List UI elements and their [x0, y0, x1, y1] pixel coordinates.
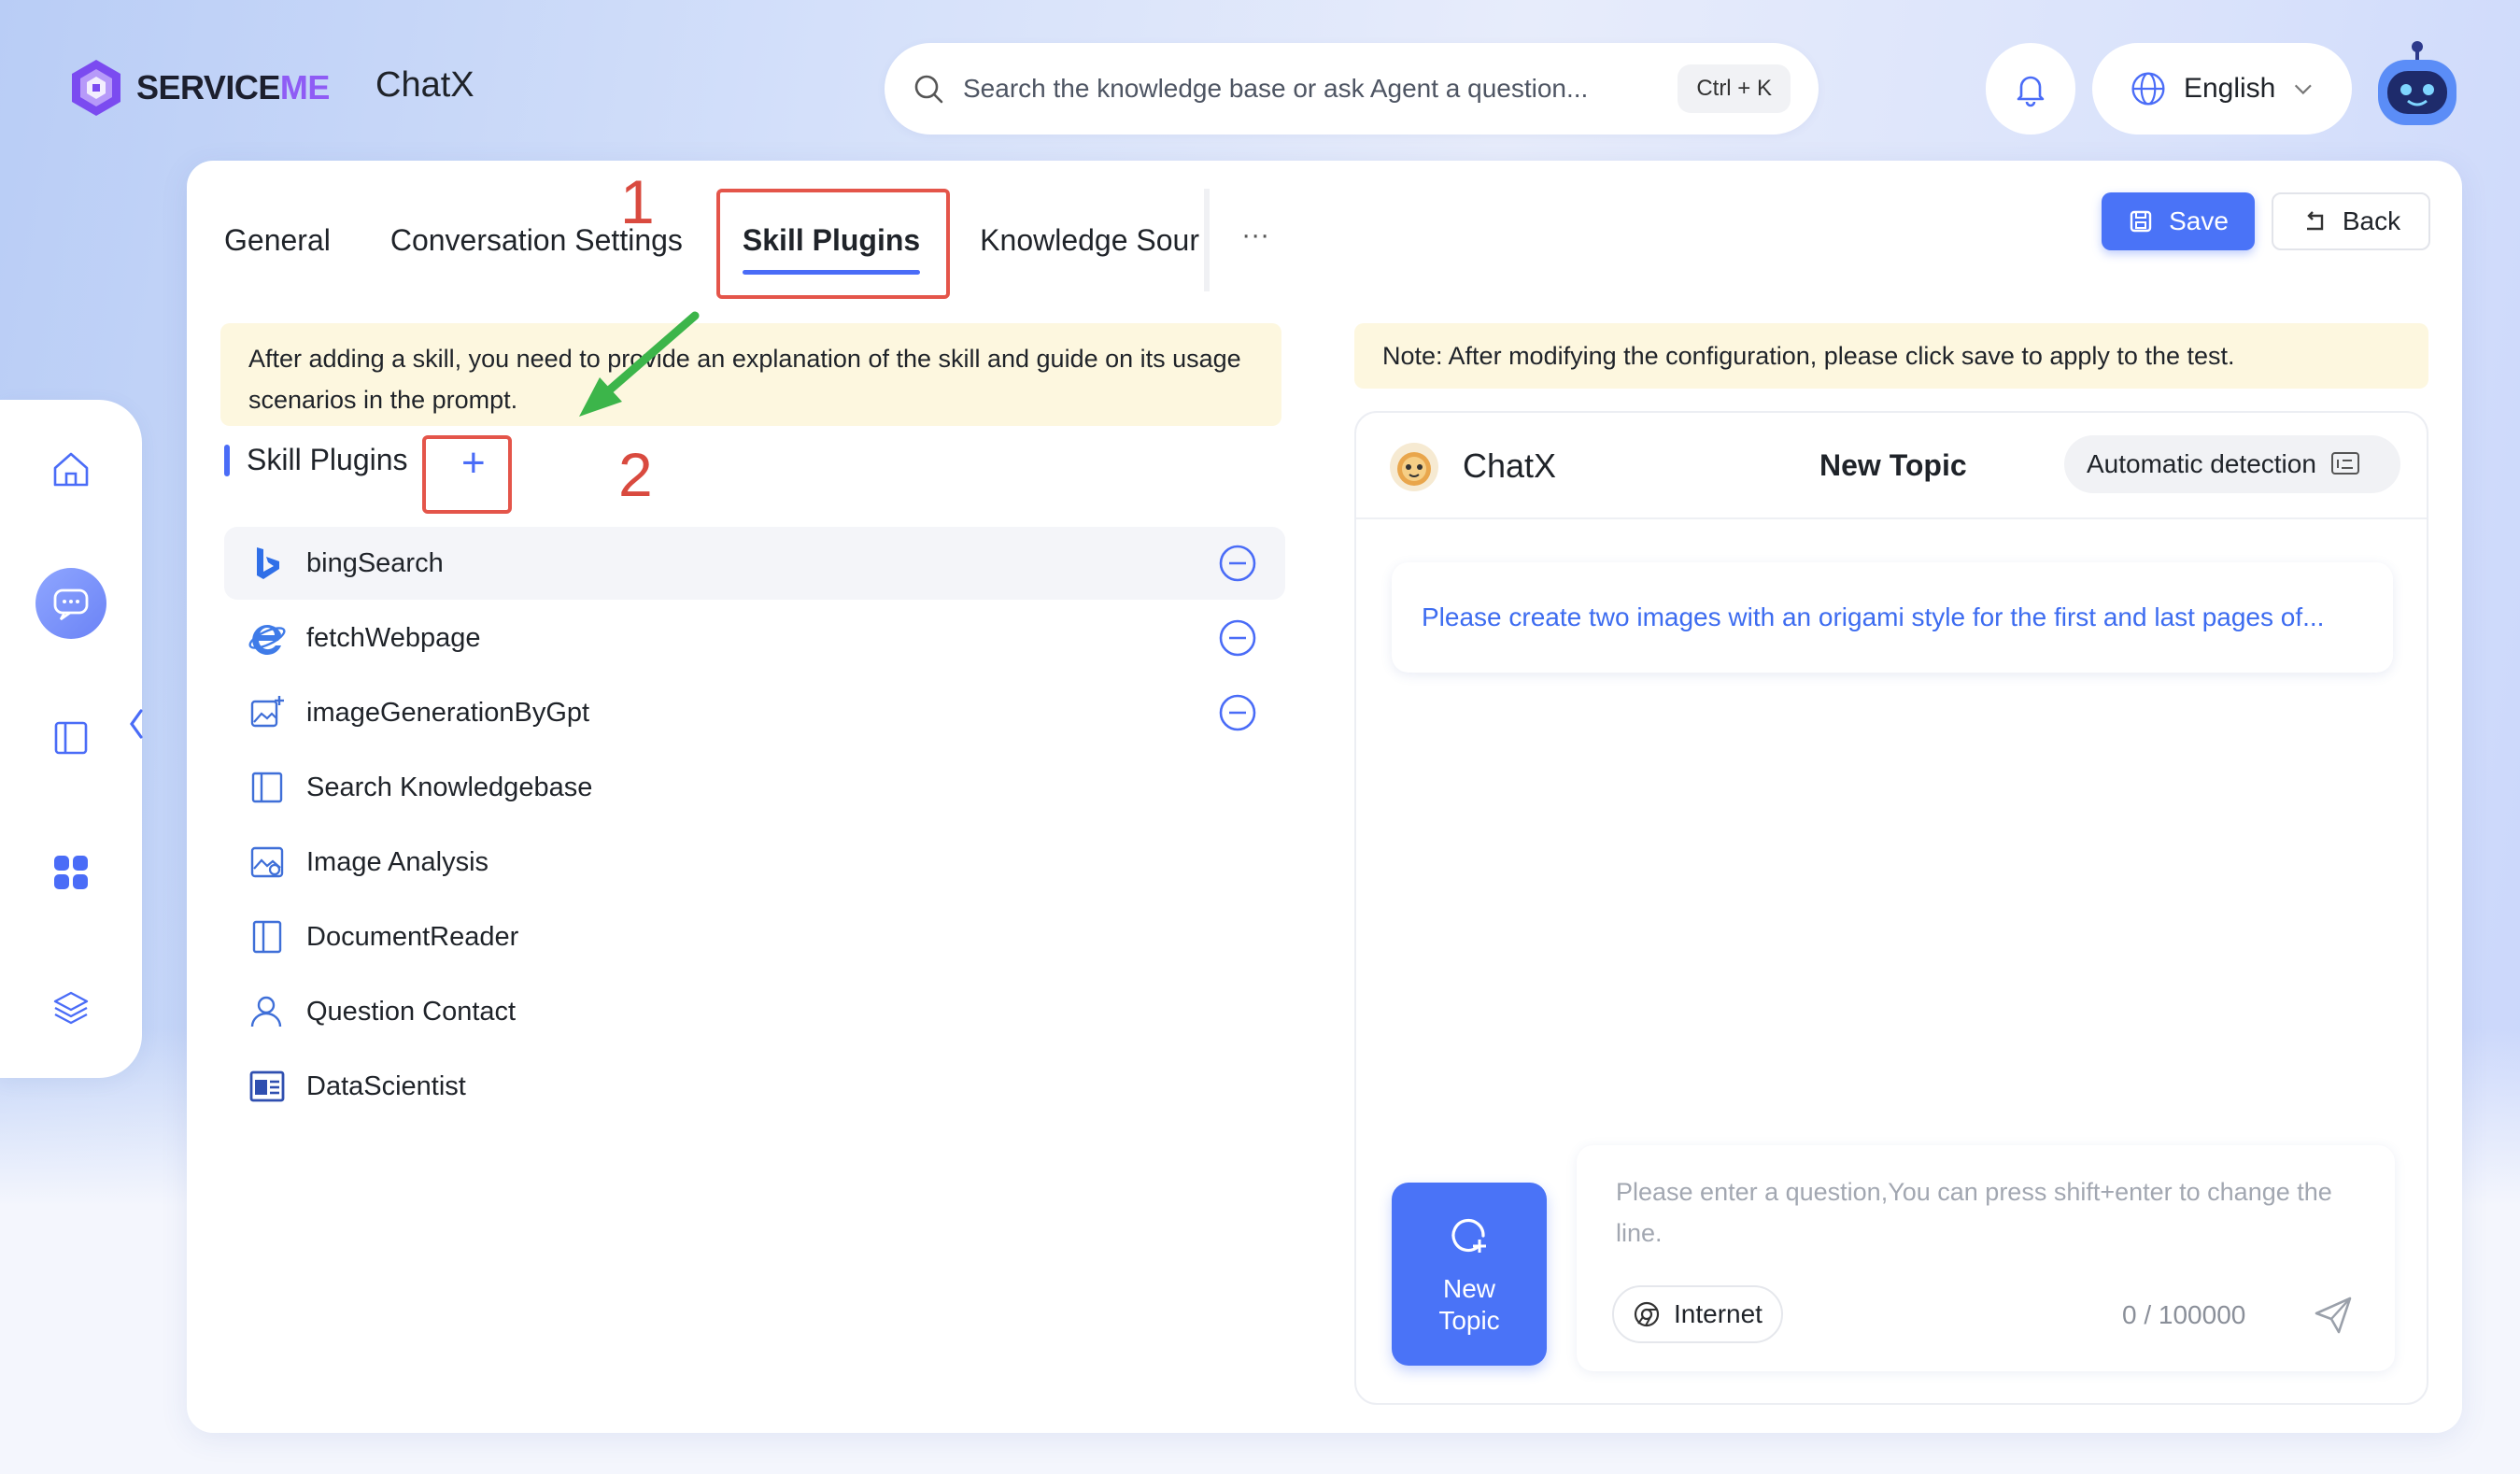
heading-accent-bar: [224, 444, 230, 476]
search-shortcut-badge: Ctrl + K: [1678, 64, 1791, 113]
save-button[interactable]: Save: [2102, 192, 2255, 250]
assistant-robot-avatar[interactable]: [2372, 41, 2462, 135]
skill-name: bingSearch: [306, 547, 444, 578]
back-button[interactable]: Back: [2272, 192, 2430, 250]
ie-icon: [247, 617, 288, 659]
language-detection-toggle[interactable]: Automatic detection: [2064, 435, 2400, 493]
logo-mark-icon: [72, 60, 120, 116]
skill-name: Question Contact: [306, 996, 517, 1027]
remove-circle-icon[interactable]: [1218, 544, 1257, 583]
chevron-left-icon: [130, 709, 143, 739]
skill-plugins-title: Skill Plugins: [247, 443, 408, 476]
language-selector[interactable]: English: [2092, 43, 2352, 135]
book-icon: [54, 721, 88, 755]
new-chat-icon: [1451, 1218, 1486, 1253]
home-icon: [53, 452, 89, 487]
chat-bubble-icon: [53, 588, 89, 621]
bing-icon: [247, 543, 288, 584]
new-topic-button[interactable]: New Topic: [1392, 1183, 1547, 1366]
save-label: Save: [2169, 206, 2229, 235]
save-note-banner: Note: After modifying the configuration,…: [1354, 323, 2428, 389]
skill-hint-banner: After adding a skill, you need to provid…: [220, 323, 1281, 426]
bot-avatar-icon: [1390, 443, 1438, 491]
globe-icon: [2131, 72, 2165, 106]
language-label: English: [2183, 73, 2276, 104]
skill-item-search-knowledgebase[interactable]: Search Knowledgebase: [224, 751, 1285, 824]
skill-item-fetchwebpage[interactable]: fetchWebpage: [224, 602, 1285, 674]
skill-name: Search Knowledgebase: [306, 772, 593, 802]
config-panel: General Conversation Settings Skill Plug…: [187, 161, 2462, 1433]
annotation-step-1: 1: [620, 167, 655, 236]
chrome-icon: [1634, 1301, 1660, 1327]
apps-grid-icon: [54, 856, 88, 889]
data-icon: [247, 1066, 288, 1107]
image-plus-icon: [247, 692, 288, 733]
logo-text: SERVICEME: [136, 68, 330, 106]
notifications-button[interactable]: [1986, 43, 2075, 135]
back-label: Back: [2342, 206, 2401, 235]
suggested-prompt[interactable]: Please create two images with an origami…: [1392, 562, 2393, 673]
skill-item-image-analysis[interactable]: Image Analysis: [224, 826, 1285, 899]
message-input[interactable]: Please enter a question,You can press sh…: [1616, 1171, 2363, 1254]
annotation-box-tab: [716, 189, 950, 299]
annotation-step-2: 2: [618, 440, 653, 509]
tabs-more-button[interactable]: ···: [1241, 220, 1269, 251]
brand-logo[interactable]: SERVICEME: [69, 58, 330, 118]
search-icon: [914, 75, 943, 104]
skill-name: DataScientist: [306, 1070, 466, 1101]
skill-item-datascientist[interactable]: DataScientist: [224, 1050, 1285, 1123]
nav-knowledge[interactable]: [35, 702, 106, 773]
skill-name: imageGenerationByGpt: [306, 697, 590, 728]
skill-item-imagegenerationbygpt[interactable]: imageGenerationByGpt: [224, 676, 1285, 749]
nav-chat[interactable]: [35, 568, 106, 639]
detect-label: Automatic detection: [2087, 449, 2316, 478]
internet-label: Internet: [1674, 1299, 1763, 1328]
search-input[interactable]: Search the knowledge base or ask Agent a…: [963, 74, 1678, 104]
document-icon: [247, 916, 288, 957]
skill-name: fetchWebpage: [306, 622, 481, 653]
char-counter: 0 / 100000: [2122, 1300, 2246, 1329]
back-arrow-icon: [2306, 211, 2324, 231]
remove-circle-icon[interactable]: [1218, 693, 1257, 732]
save-icon: [2130, 210, 2152, 233]
language-icon: [2330, 452, 2359, 475]
skill-name: Image Analysis: [306, 846, 489, 877]
layers-icon: [53, 991, 89, 1025]
message-composer: Please enter a question,You can press sh…: [1577, 1145, 2395, 1371]
bell-icon: [2017, 76, 2045, 107]
nav-home[interactable]: [35, 433, 106, 504]
image-search-icon: [247, 842, 288, 883]
global-search[interactable]: Search the knowledge base or ask Agent a…: [885, 43, 1819, 135]
skill-item-documentreader[interactable]: DocumentReader: [224, 900, 1285, 973]
new-topic-line2: Topic: [1438, 1306, 1500, 1335]
chat-header: ChatX New Topic Automatic detection: [1356, 413, 2427, 519]
nav-apps[interactable]: [35, 837, 106, 908]
internet-toggle[interactable]: Internet: [1612, 1285, 1783, 1343]
user-icon: [247, 991, 288, 1032]
chat-topic-title: New Topic: [1819, 448, 1967, 482]
tab-general[interactable]: General: [224, 223, 331, 258]
app-name: ChatX: [375, 65, 474, 105]
remove-circle-icon[interactable]: [1218, 618, 1257, 658]
skill-item-question-contact[interactable]: Question Contact: [224, 975, 1285, 1048]
sidebar-collapse-button[interactable]: [120, 696, 153, 752]
new-topic-line1: New: [1442, 1274, 1495, 1303]
tab-divider: [1204, 189, 1210, 291]
annotation-box-add: [422, 435, 512, 514]
skill-plugins-heading: Skill Plugins: [224, 443, 408, 477]
skill-item-bingsearch[interactable]: bingSearch: [224, 527, 1285, 600]
chevron-down-icon: [2295, 84, 2313, 95]
tab-knowledge-sources[interactable]: Knowledge Sources: [980, 223, 1200, 258]
book-icon: [247, 767, 288, 808]
send-icon[interactable]: [2311, 1293, 2356, 1338]
skill-list: bingSearch fetchWebpage imageGenerationB…: [224, 527, 1285, 1125]
chat-brand: ChatX: [1463, 446, 1557, 485]
skill-name: DocumentReader: [306, 921, 519, 952]
nav-layers[interactable]: [35, 971, 106, 1042]
chat-preview: ChatX New Topic Automatic detection Plea…: [1354, 411, 2428, 1405]
